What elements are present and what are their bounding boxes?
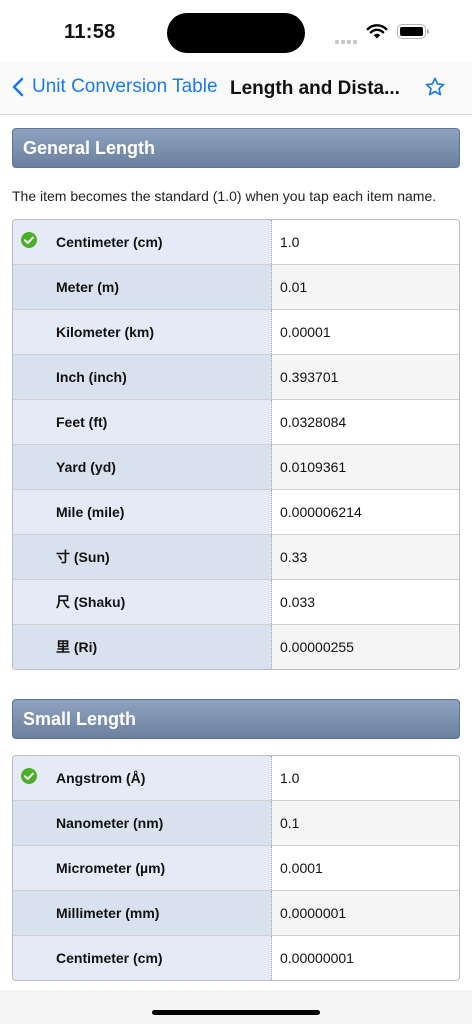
unit-value-cell: 1.0 <box>272 220 459 264</box>
status-bar: 11:58 <box>0 0 472 62</box>
unit-value-cell: 0.0328084 <box>272 400 459 444</box>
unit-name-cell[interactable]: Millimeter (mm) <box>13 891 272 935</box>
unit-name-cell[interactable]: 里 (Ri) <box>13 625 272 669</box>
table-row: Kilometer (km) 0.00001 <box>13 310 459 355</box>
star-icon <box>425 77 445 96</box>
unit-value-cell: 1.0 <box>272 756 459 800</box>
table-row: 寸 (Sun) 0.33 <box>13 535 459 580</box>
unit-name-cell[interactable]: Centimeter (cm) <box>13 936 272 980</box>
unit-value-cell: 0.033 <box>272 580 459 624</box>
favorite-button[interactable] <box>424 76 446 103</box>
table-row: Inch (inch) 0.393701 <box>13 355 459 400</box>
table-row: Mile (mile) 0.000006214 <box>13 490 459 535</box>
unit-name-cell[interactable]: Kilometer (km) <box>13 310 272 354</box>
table-row: Meter (m) 0.01 <box>13 265 459 310</box>
navigation-bar: Unit Conversion Table Length and Dista..… <box>0 62 472 115</box>
back-button[interactable]: Unit Conversion Table <box>12 76 218 98</box>
checkmark-icon <box>21 232 37 248</box>
table-row: Feet (ft) 0.0328084 <box>13 400 459 445</box>
unit-name-cell[interactable]: Nanometer (nm) <box>13 801 272 845</box>
unit-value-cell: 0.1 <box>272 801 459 845</box>
unit-value-cell: 0.00000001 <box>272 936 459 980</box>
content-area[interactable]: General Length The item becomes the stan… <box>0 115 472 990</box>
unit-value-cell: 0.00000255 <box>272 625 459 669</box>
checkmark-icon <box>21 768 37 784</box>
table-row: 尺 (Shaku) 0.033 <box>13 580 459 625</box>
section-header-general-length: General Length <box>12 128 460 168</box>
battery-icon <box>397 24 429 39</box>
table-row: Yard (yd) 0.0109361 <box>13 445 459 490</box>
unit-name-cell[interactable]: Centimeter (cm) <box>13 220 272 264</box>
back-button-label: Unit Conversion Table <box>32 76 218 97</box>
home-indicator[interactable] <box>152 1010 320 1015</box>
unit-value-cell: 0.0109361 <box>272 445 459 489</box>
unit-value-cell: 0.000006214 <box>272 490 459 534</box>
table-row: Centimeter (cm) 0.00000001 <box>13 936 459 980</box>
wifi-icon <box>366 24 388 39</box>
section-header-small-length: Small Length <box>12 699 460 739</box>
general-length-table: Centimeter (cm) 1.0 Meter (m) 0.01 Kilom… <box>12 219 460 670</box>
small-length-table: Angstrom (Å) 1.0 Nanometer (nm) 0.1 Micr… <box>12 755 460 981</box>
unit-name-cell[interactable]: Meter (m) <box>13 265 272 309</box>
chevron-left-icon <box>12 77 24 97</box>
unit-name-cell[interactable]: Micrometer (µm) <box>13 846 272 890</box>
table-row: Angstrom (Å) 1.0 <box>13 756 459 801</box>
unit-value-cell: 0.00001 <box>272 310 459 354</box>
table-row: Micrometer (µm) 0.0001 <box>13 846 459 891</box>
table-row: Millimeter (mm) 0.0000001 <box>13 891 459 936</box>
unit-value-cell: 0.01 <box>272 265 459 309</box>
unit-name-cell[interactable]: 寸 (Sun) <box>13 535 272 579</box>
unit-value-cell: 0.0000001 <box>272 891 459 935</box>
unit-value-cell: 0.33 <box>272 535 459 579</box>
unit-value-cell: 0.0001 <box>272 846 459 890</box>
unit-name-cell[interactable]: Angstrom (Å) <box>13 756 272 800</box>
unit-name-cell[interactable]: Yard (yd) <box>13 445 272 489</box>
dynamic-island <box>167 13 305 53</box>
unit-value-cell: 0.393701 <box>272 355 459 399</box>
unit-name-cell[interactable]: 尺 (Shaku) <box>13 580 272 624</box>
section-note: The item becomes the standard (1.0) when… <box>12 188 437 204</box>
unit-name-cell[interactable]: Mile (mile) <box>13 490 272 534</box>
table-row: Nanometer (nm) 0.1 <box>13 801 459 846</box>
page-title: Length and Dista... <box>230 78 400 99</box>
cellular-signal-icon <box>335 31 359 49</box>
unit-name-cell[interactable]: Inch (inch) <box>13 355 272 399</box>
bottom-bar <box>0 990 472 1024</box>
status-time: 11:58 <box>64 21 116 43</box>
table-row: Centimeter (cm) 1.0 <box>13 220 459 265</box>
table-row: 里 (Ri) 0.00000255 <box>13 625 459 669</box>
unit-name-cell[interactable]: Feet (ft) <box>13 400 272 444</box>
